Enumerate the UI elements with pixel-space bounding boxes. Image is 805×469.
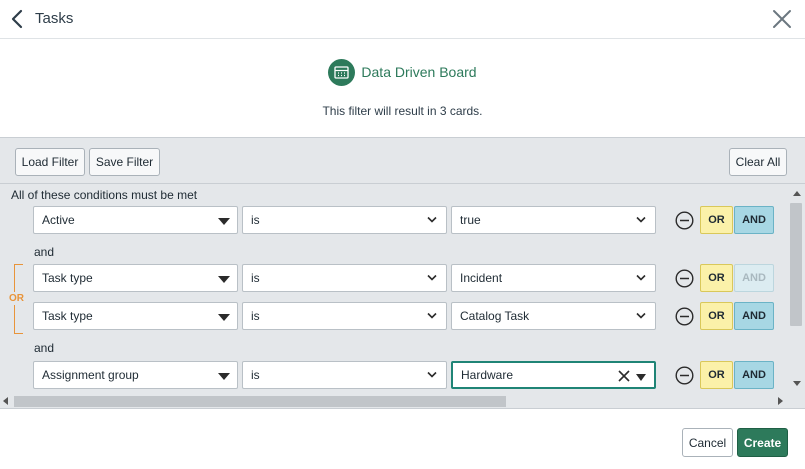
field-select[interactable]: Assignment group [33, 361, 238, 389]
field-select-value: Task type [42, 309, 93, 323]
operator-select-value: is [251, 309, 260, 323]
and-button[interactable]: AND [734, 206, 774, 234]
filter-panel: Load Filter Save Filter Clear All All of… [0, 137, 805, 409]
value-input-focused[interactable]: Hardware [451, 361, 656, 389]
board-name: Data Driven Board [361, 64, 477, 80]
value-input-text: Hardware [461, 368, 514, 382]
field-select[interactable]: Task type [33, 302, 238, 330]
or-button[interactable]: OR [700, 206, 733, 234]
load-filter-button[interactable]: Load Filter [15, 148, 85, 176]
horizontal-scrollbar[interactable] [0, 394, 788, 408]
operator-select[interactable]: is [242, 264, 447, 292]
board-title-row: Data Driven Board [0, 57, 805, 87]
dropdown-arrow-icon[interactable] [636, 374, 646, 381]
value-select[interactable]: true [451, 206, 656, 234]
save-filter-button[interactable]: Save Filter [89, 148, 160, 176]
operator-select[interactable]: is [242, 361, 447, 389]
chevron-down-icon [427, 371, 437, 378]
filter-toolbar: Load Filter Save Filter Clear All [0, 138, 805, 184]
chevron-down-icon [636, 274, 646, 281]
operator-select[interactable]: is [242, 302, 447, 330]
clear-value-icon[interactable] [618, 370, 630, 382]
or-button[interactable]: OR [700, 302, 733, 330]
chevron-down-icon [427, 274, 437, 281]
modal-header: Tasks [0, 0, 805, 39]
remove-condition-icon[interactable] [675, 366, 694, 385]
dropdown-arrow-icon [218, 373, 230, 380]
chevron-down-icon [636, 312, 646, 319]
field-select[interactable]: Task type [33, 264, 238, 292]
dropdown-arrow-icon [218, 218, 230, 225]
filter-result-text: This filter will result in 3 cards. [322, 104, 483, 118]
field-select-value: Active [42, 213, 75, 227]
remove-condition-icon[interactable] [675, 269, 694, 288]
field-select-value: Assignment group [42, 368, 139, 382]
conditions-heading: All of these conditions must be met [11, 188, 198, 202]
horizontal-scroll-thumb[interactable] [14, 396, 506, 407]
board-icon [328, 58, 356, 86]
or-bracket-label: OR [9, 292, 24, 305]
dropdown-arrow-icon [218, 314, 230, 321]
vertical-scroll-thumb[interactable] [790, 203, 802, 326]
chevron-left-icon[interactable] [8, 8, 28, 30]
value-select[interactable]: Catalog Task [451, 302, 656, 330]
value-select-value: true [460, 213, 481, 227]
remove-condition-icon[interactable] [675, 307, 694, 326]
create-button[interactable]: Create [737, 428, 788, 457]
operator-select-value: is [251, 213, 260, 227]
clear-all-button[interactable]: Clear All [729, 148, 787, 176]
field-select[interactable]: Active [33, 206, 238, 234]
or-button[interactable]: OR [700, 361, 733, 389]
value-select-value: Incident [460, 271, 503, 285]
and-connector-label: and [34, 245, 55, 259]
conditions-list: All of these conditions must be met Acti… [0, 185, 788, 395]
operator-select[interactable]: is [242, 206, 447, 234]
chevron-down-icon [427, 216, 437, 223]
and-button[interactable]: AND [734, 361, 774, 389]
and-button-disabled: AND [734, 264, 774, 292]
scroll-left-icon[interactable] [3, 397, 8, 405]
vertical-scrollbar[interactable] [788, 185, 805, 395]
scroll-up-icon[interactable] [793, 191, 801, 196]
value-select[interactable]: Incident [451, 264, 656, 292]
chevron-down-icon [636, 216, 646, 223]
operator-select-value: is [251, 368, 260, 382]
close-icon[interactable] [771, 8, 793, 30]
chevron-down-icon [427, 312, 437, 319]
and-button[interactable]: AND [734, 302, 774, 330]
operator-select-value: is [251, 271, 260, 285]
scroll-down-icon[interactable] [793, 381, 801, 386]
field-select-value: Task type [42, 271, 93, 285]
dropdown-arrow-icon [218, 276, 230, 283]
page-title: Tasks [35, 10, 74, 27]
cancel-button[interactable]: Cancel [682, 428, 733, 457]
value-select-value: Catalog Task [460, 309, 530, 323]
scroll-right-icon[interactable] [778, 397, 783, 405]
and-connector-label: and [34, 341, 55, 355]
or-button[interactable]: OR [700, 264, 733, 292]
remove-condition-icon[interactable] [675, 211, 694, 230]
